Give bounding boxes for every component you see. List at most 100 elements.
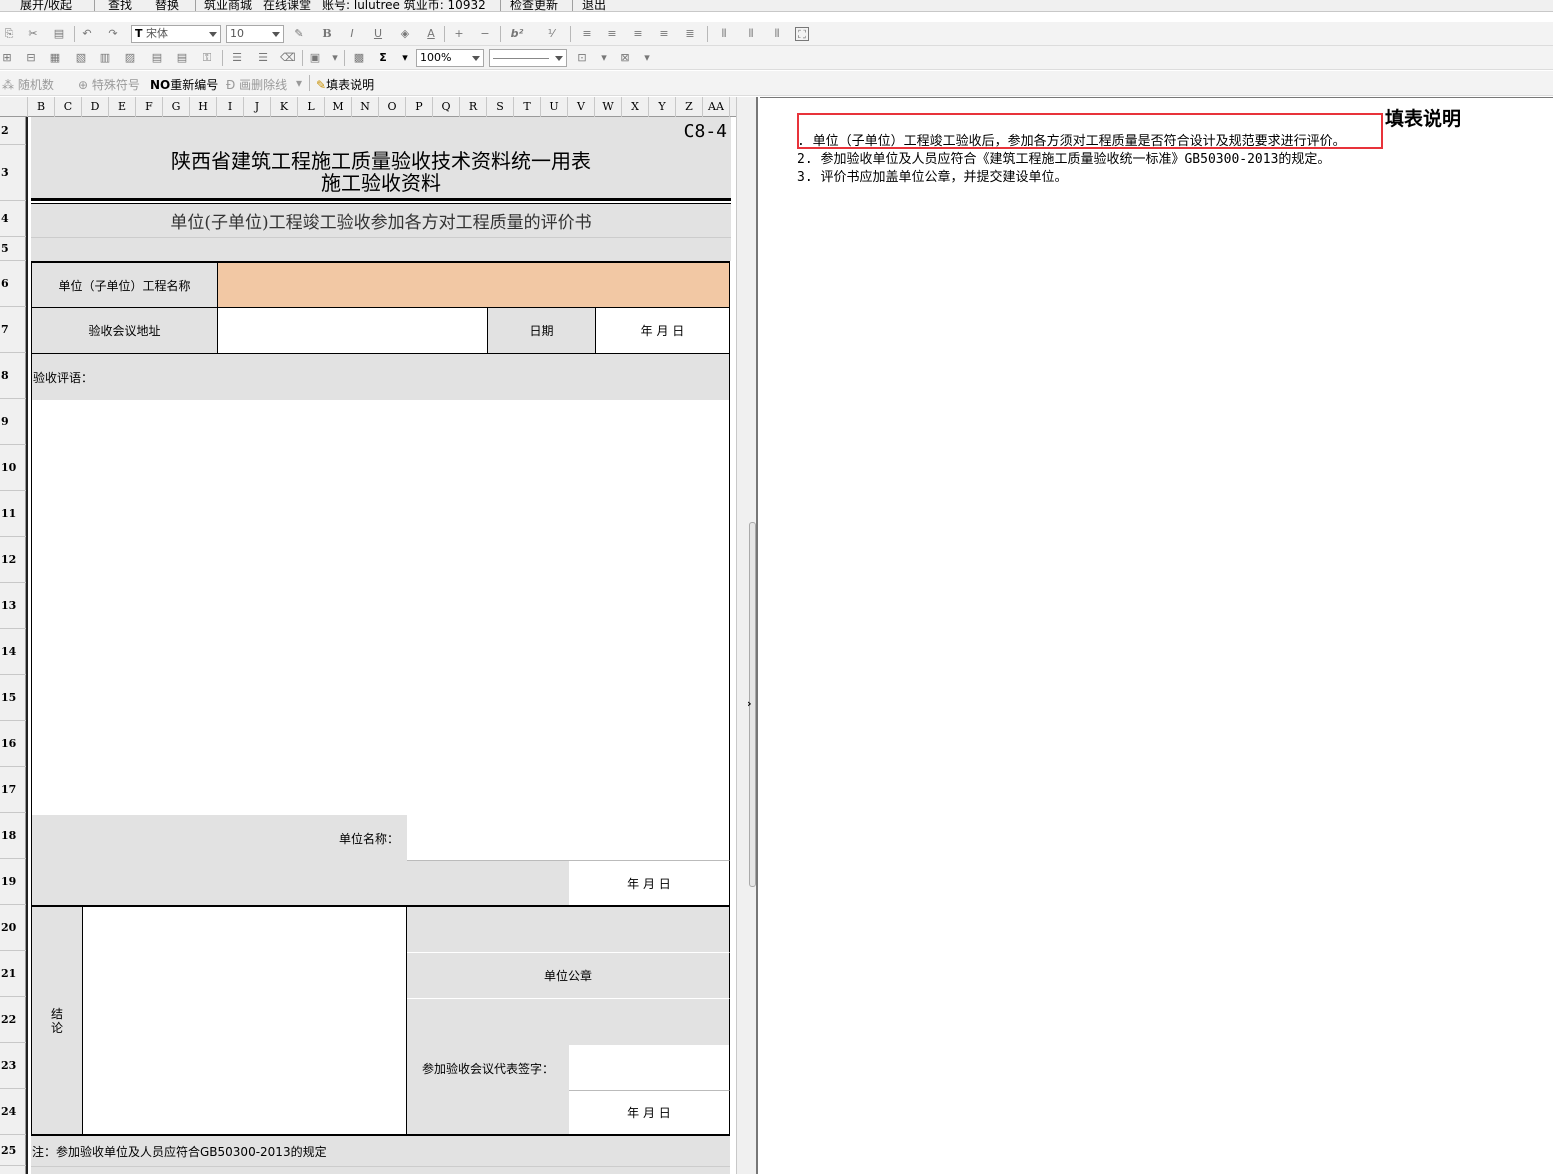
- column-label[interactable]: V: [568, 97, 595, 117]
- image-icon[interactable]: ▣: [308, 51, 322, 65]
- seal-row-bottom[interactable]: [407, 999, 730, 1045]
- column-label[interactable]: G: [163, 97, 190, 117]
- column-label[interactable]: W: [595, 97, 622, 117]
- row-label[interactable]: 9: [0, 399, 26, 445]
- row-label[interactable]: 8: [0, 353, 26, 399]
- eraser-icon[interactable]: ⌫: [280, 51, 296, 65]
- column-label[interactable]: L: [298, 97, 325, 117]
- row-label[interactable]: 13: [0, 583, 26, 629]
- paste-icon[interactable]: ▤: [52, 27, 66, 41]
- undo-icon[interactable]: ↶: [80, 27, 94, 41]
- column-label[interactable]: B: [28, 97, 55, 117]
- column-label[interactable]: N: [352, 97, 379, 117]
- pane-splitter[interactable]: ›: [736, 97, 758, 1174]
- merge-icon[interactable]: ⊞: [0, 51, 14, 65]
- row-label[interactable]: 5: [0, 237, 26, 261]
- underline-icon[interactable]: U: [371, 27, 385, 41]
- row-label[interactable]: 15: [0, 675, 26, 721]
- lock-icon[interactable]: ⚿: [200, 51, 214, 65]
- border2-dropdown-icon[interactable]: ▾: [640, 51, 654, 65]
- form-title[interactable]: 陕西省建筑工程施工质量验收技术资料统一用表 施工验收资料: [31, 145, 731, 201]
- comments-input[interactable]: [31, 400, 730, 815]
- row-label[interactable]: 16: [0, 721, 26, 767]
- align-justify-icon[interactable]: ≡: [580, 27, 594, 41]
- seal-row-top[interactable]: [407, 907, 730, 953]
- column-label[interactable]: J: [244, 97, 271, 117]
- row-label[interactable]: 7: [0, 307, 26, 353]
- row-label[interactable]: 25: [0, 1135, 26, 1166]
- column-label[interactable]: S: [487, 97, 514, 117]
- random-button[interactable]: ⁂ 随机数: [2, 76, 54, 93]
- representative-sign-input[interactable]: [569, 1045, 730, 1091]
- date-input[interactable]: 年 月 日: [596, 308, 730, 354]
- special-symbol-button[interactable]: ⊕ 特殊符号: [78, 76, 140, 93]
- plus-icon[interactable]: +: [452, 27, 466, 41]
- row-label[interactable]: 18: [0, 813, 26, 859]
- border2-icon[interactable]: ⊠: [618, 51, 632, 65]
- fraction-icon[interactable]: ⅟: [544, 27, 558, 41]
- row-label[interactable]: 14: [0, 629, 26, 675]
- menu-classroom[interactable]: 在线课堂: [263, 0, 311, 11]
- menu-replace[interactable]: 替换: [155, 0, 179, 11]
- line-spacing-icon[interactable]: ☰: [230, 51, 244, 65]
- insert-col-icon[interactable]: ▥: [98, 51, 112, 65]
- column-label[interactable]: X: [622, 97, 649, 117]
- form-subtitle[interactable]: 单位(子单位)工程竣工验收参加各方对工程质量的评价书: [31, 203, 731, 237]
- distribute-icon[interactable]: ≣: [683, 27, 697, 41]
- row-label[interactable]: 3: [0, 145, 26, 201]
- column-label[interactable]: D: [82, 97, 109, 117]
- meeting-address-input[interactable]: [218, 308, 488, 354]
- chart-icon[interactable]: ▩: [352, 51, 366, 65]
- align-left-icon[interactable]: ≡: [605, 27, 619, 41]
- menu-check-update[interactable]: 检查更新: [510, 0, 558, 11]
- column-label[interactable]: Z: [676, 97, 703, 117]
- fill-instructions-button[interactable]: ✎填表说明: [316, 76, 374, 93]
- table-icon[interactable]: ▤: [150, 51, 164, 65]
- row-label[interactable]: 4: [0, 201, 26, 237]
- redo-icon[interactable]: ↷: [106, 27, 120, 41]
- delete-row-icon[interactable]: ▧: [74, 51, 88, 65]
- column-label[interactable]: K: [271, 97, 298, 117]
- insert-row-icon[interactable]: ▦: [48, 51, 62, 65]
- font-size-select[interactable]: 10: [226, 25, 284, 43]
- blank-gray-cell[interactable]: [407, 1091, 569, 1136]
- row-label[interactable]: 21: [0, 951, 26, 997]
- unit-name-input[interactable]: [407, 815, 730, 861]
- row-label[interactable]: 10: [0, 445, 26, 491]
- row-label[interactable]: 6: [0, 261, 26, 307]
- conclusion-input[interactable]: [83, 907, 407, 1136]
- row-label[interactable]: 17: [0, 767, 26, 813]
- row-label[interactable]: 20: [0, 905, 26, 951]
- cut-icon[interactable]: ✂: [26, 27, 40, 41]
- row-label[interactable]: 22: [0, 997, 26, 1043]
- form-code[interactable]: C8-4: [31, 117, 731, 145]
- unit-date-input[interactable]: 年 月 日: [569, 861, 730, 907]
- superscript-icon[interactable]: b²: [510, 27, 524, 41]
- font-color-icon[interactable]: A: [424, 27, 438, 41]
- menu-toggle[interactable]: 展开/收起: [20, 0, 72, 11]
- bold-icon[interactable]: B: [320, 27, 334, 41]
- align-center-icon[interactable]: ≡: [631, 27, 645, 41]
- table2-icon[interactable]: ▤: [175, 51, 189, 65]
- minus-icon[interactable]: −: [478, 27, 492, 41]
- column-label[interactable]: AA: [703, 97, 730, 117]
- indent-icon[interactable]: ☰: [256, 51, 270, 65]
- project-name-input[interactable]: [218, 261, 730, 308]
- blank-gray-cell[interactable]: [31, 861, 569, 907]
- font-name-select[interactable]: T 宋体: [131, 25, 221, 43]
- zoom-select[interactable]: 100%: [416, 49, 484, 67]
- column-label[interactable]: H: [190, 97, 217, 117]
- column-label[interactable]: Q: [433, 97, 460, 117]
- renumber-button[interactable]: NO重新编号: [150, 76, 218, 93]
- representative-date-input[interactable]: 年 月 日: [569, 1091, 730, 1136]
- fill-color-icon[interactable]: ◈: [398, 27, 412, 41]
- row-label[interactable]: 19: [0, 859, 26, 905]
- valign-top-icon[interactable]: ⦀: [717, 27, 731, 41]
- chevron-right-icon[interactable]: ›: [747, 697, 752, 710]
- align-right-icon[interactable]: ≡: [657, 27, 671, 41]
- row-label[interactable]: 2: [0, 117, 26, 145]
- italic-icon[interactable]: I: [345, 27, 359, 41]
- copy-icon[interactable]: ⎘: [2, 27, 16, 41]
- column-label[interactable]: Y: [649, 97, 676, 117]
- column-label[interactable]: F: [136, 97, 163, 117]
